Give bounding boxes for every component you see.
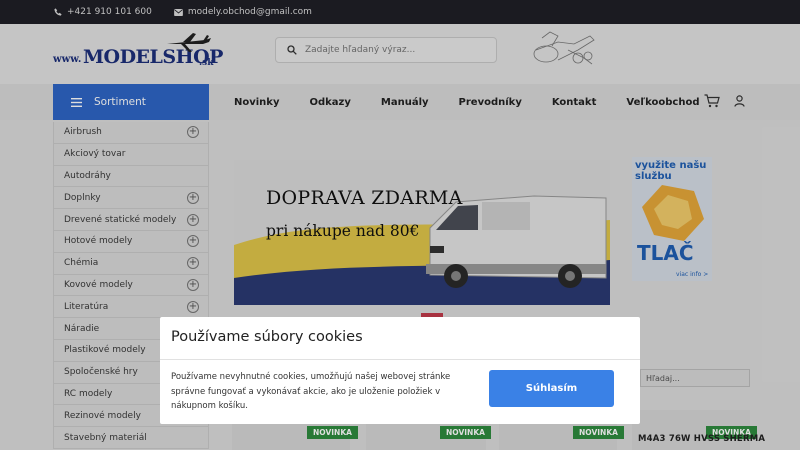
cookie-title: Používame súbory cookies bbox=[171, 329, 363, 345]
accept-cookies-button[interactable]: Súhlasím bbox=[489, 370, 614, 407]
cookie-description: Používame nevyhnutné cookies, umožňujú n… bbox=[171, 372, 451, 411]
cookie-consent-dialog: Používame súbory cookies Používame nevyh… bbox=[160, 317, 640, 424]
cookie-divider bbox=[160, 359, 640, 360]
